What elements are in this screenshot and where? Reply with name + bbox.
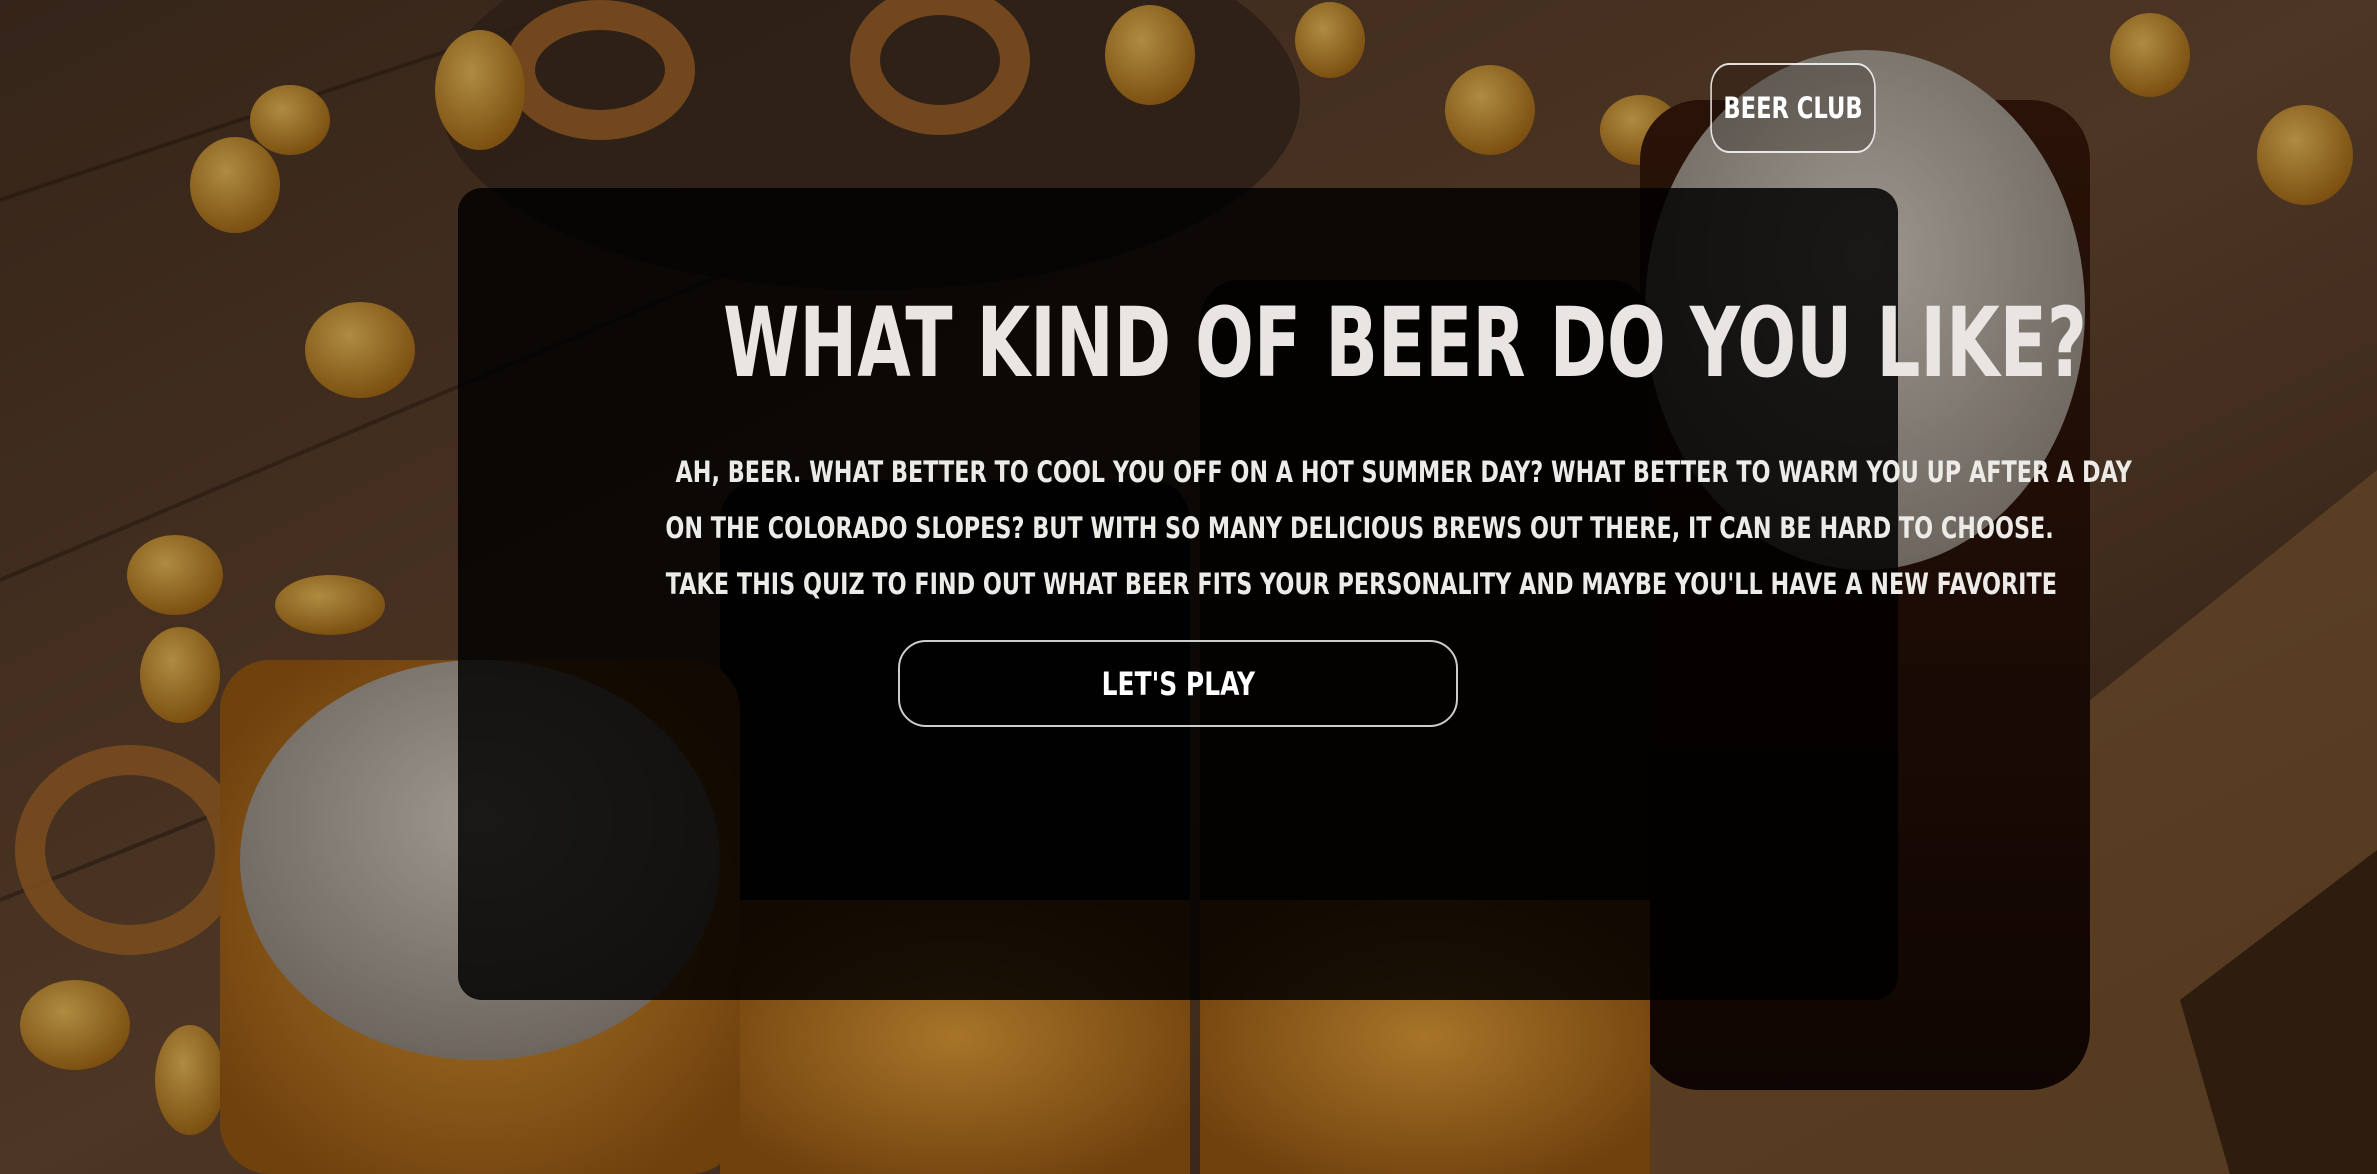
intro-paragraph: AH, BEER. WHAT BETTER TO COOL YOU OFF ON… xyxy=(458,444,2132,612)
intro-line: TAKE THIS QUIZ TO FIND OUT WHAT BEER FIT… xyxy=(458,556,2057,612)
lets-play-button[interactable]: LET'S PLAY xyxy=(898,640,1458,727)
lets-play-label: LET'S PLAY xyxy=(1101,664,1255,703)
page-title-text: WHAT KIND OF BEER DO YOU LIKE? xyxy=(723,287,2087,399)
quiz-intro-card: WHAT KIND OF BEER DO YOU LIKE? AH, BEER.… xyxy=(458,188,2132,1000)
page: BEER CLUB WHAT KIND OF BEER DO YOU LIKE?… xyxy=(0,0,2377,1174)
intro-line-text: AH, BEER. WHAT BETTER TO COOL YOU OFF ON… xyxy=(675,455,2132,489)
intro-line-text: TAKE THIS QUIZ TO FIND OUT WHAT BEER FIT… xyxy=(665,567,2057,601)
intro-line: ON THE COLORADO SLOPES? BUT WITH SO MANY… xyxy=(458,500,2053,556)
beer-club-button[interactable]: BEER CLUB xyxy=(1710,63,1876,153)
intro-line: AH, BEER. WHAT BETTER TO COOL YOU OFF ON… xyxy=(458,444,2132,500)
intro-line-text: ON THE COLORADO SLOPES? BUT WITH SO MANY… xyxy=(665,511,2054,545)
page-title: WHAT KIND OF BEER DO YOU LIKE? xyxy=(458,288,2087,398)
